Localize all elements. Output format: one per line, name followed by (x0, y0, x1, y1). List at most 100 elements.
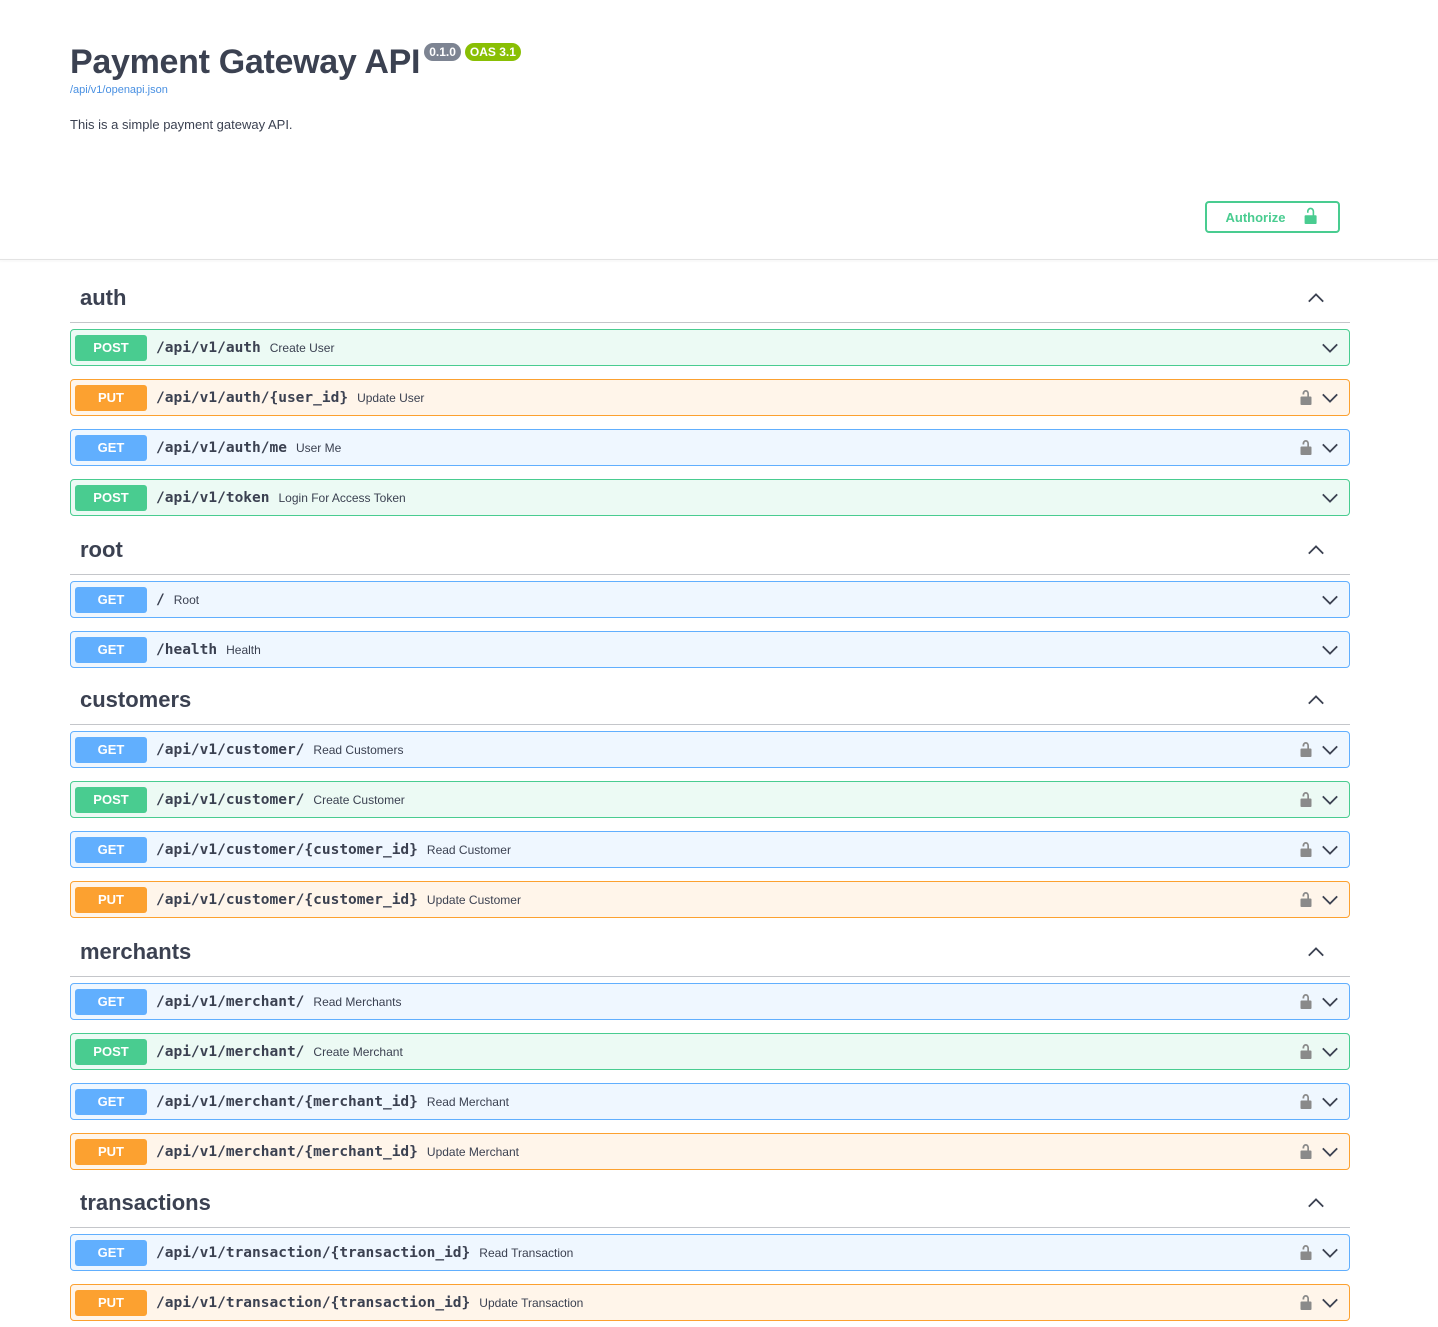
operation-path: /api/v1/customer/{customer_id} (156, 891, 418, 908)
operation-controls (1299, 832, 1339, 867)
lock-icon[interactable] (1299, 1244, 1313, 1261)
chevron-down-icon[interactable] (1321, 439, 1339, 457)
operation-row[interactable]: GET/health Health (70, 631, 1350, 668)
operation-row[interactable]: GET / Root (70, 581, 1350, 618)
method-badge: PUT (75, 384, 147, 411)
operation-controls (1321, 632, 1339, 667)
lock-icon[interactable] (1299, 993, 1313, 1010)
operation-row[interactable]: POST/api/v1/merchant/Create Merchant (70, 1033, 1350, 1070)
chevron-down-icon[interactable] (1321, 1294, 1339, 1312)
method-badge: POST (75, 484, 147, 511)
operation-row[interactable]: PUT/api/v1/merchant/{merchant_id} Update … (70, 1133, 1350, 1170)
lock-icon[interactable] (1299, 1093, 1313, 1110)
operation-path: /api/v1/merchant/ (156, 1043, 305, 1060)
chevron-down-icon[interactable] (1321, 641, 1339, 659)
operation-row[interactable]: PUT/api/v1/customer/{customer_id} Update … (70, 881, 1350, 918)
chevron-down-icon[interactable] (1321, 891, 1339, 909)
tag-section-auth: auth POST/api/v1/auth Create User PUT/api/v… (70, 273, 1350, 516)
chevron-down-icon[interactable] (1321, 791, 1339, 809)
operation-path: /api/v1/auth (156, 339, 261, 356)
operation-controls (1321, 480, 1339, 515)
tag-section-merchants: merchants GET/api/v1/merchant/Read Mercha… (70, 927, 1350, 1170)
tag-header-customers[interactable]: customers (70, 675, 1350, 725)
lock-icon[interactable] (1299, 841, 1313, 858)
openapi-spec-link[interactable]: /api/v1/openapi.json (70, 84, 1350, 97)
tag-header-auth[interactable]: auth (70, 273, 1350, 323)
method-badge: POST (75, 786, 147, 813)
operation-controls (1299, 1285, 1339, 1320)
chevron-down-icon[interactable] (1321, 389, 1339, 407)
chevron-up-icon[interactable] (1306, 690, 1326, 710)
operation-row[interactable]: POST/api/v1/auth Create User (70, 329, 1350, 366)
operation-summary: Read Merchant (426, 1094, 509, 1109)
operation-path: /api/v1/transaction/{transaction_id} (156, 1244, 471, 1261)
operation-row[interactable]: POST/api/v1/token Login For Access Token (70, 479, 1350, 516)
tag-name: auth (80, 284, 127, 310)
lock-icon[interactable] (1299, 1294, 1313, 1311)
page-title: Payment Gateway API (70, 43, 421, 81)
tag-section-transactions: transactions GET/api/v1/transaction/{tran… (70, 1178, 1350, 1321)
operation-summary: Read Transaction (479, 1245, 574, 1260)
method-badge: GET (75, 736, 147, 763)
chevron-down-icon[interactable] (1321, 741, 1339, 759)
chevron-down-icon[interactable] (1321, 591, 1339, 609)
tag-header-root[interactable]: root (70, 525, 1350, 575)
chevron-down-icon[interactable] (1321, 1043, 1339, 1061)
authorize-wrapper: Authorize (1205, 201, 1340, 233)
operation-path: / (156, 591, 165, 608)
tag-name: merchants (80, 938, 192, 964)
chevron-down-icon[interactable] (1321, 489, 1339, 507)
operation-row[interactable]: POST/api/v1/customer/Create Customer (70, 781, 1350, 818)
chevron-down-icon[interactable] (1321, 1143, 1339, 1161)
lock-icon[interactable] (1299, 1043, 1313, 1060)
chevron-up-icon[interactable] (1306, 540, 1326, 560)
lock-icon[interactable] (1299, 791, 1313, 808)
operation-path: /health (156, 641, 218, 658)
operation-row[interactable]: PUT/api/v1/transaction/{transaction_id} U… (70, 1284, 1350, 1321)
operation-summary: Update Merchant (426, 1144, 519, 1159)
method-badge: GET (75, 836, 147, 863)
chevron-down-icon[interactable] (1321, 1093, 1339, 1111)
chevron-up-icon[interactable] (1306, 1193, 1326, 1213)
tag-name: root (80, 536, 123, 562)
operation-controls (1299, 1084, 1339, 1119)
operation-row[interactable]: GET/api/v1/auth/me User Me (70, 429, 1350, 466)
tag-header-merchants[interactable]: merchants (70, 927, 1350, 977)
operation-path: /api/v1/auth/{user_id} (156, 389, 349, 406)
api-description: This is a simple payment gateway API. (70, 117, 293, 132)
method-badge: GET (75, 434, 147, 461)
method-badge: GET (75, 1239, 147, 1266)
operation-row[interactable]: PUT/api/v1/auth/{user_id} Update User (70, 379, 1350, 416)
operation-row[interactable]: GET/api/v1/customer/Read Customers (70, 731, 1350, 768)
operation-summary: Create Merchant (313, 1044, 403, 1059)
operation-path: /api/v1/customer/{customer_id} (156, 841, 418, 858)
method-badge: PUT (75, 886, 147, 913)
operation-row[interactable]: GET/api/v1/transaction/{transaction_id} R… (70, 1234, 1350, 1271)
authorize-label: Authorize (1225, 209, 1286, 225)
chevron-down-icon[interactable] (1321, 1244, 1339, 1262)
lock-icon[interactable] (1299, 1143, 1313, 1160)
tag-header-transactions[interactable]: transactions (70, 1178, 1350, 1228)
operation-path: /api/v1/merchant/{merchant_id} (156, 1093, 418, 1110)
operation-path: /api/v1/merchant/{merchant_id} (156, 1143, 418, 1160)
chevron-down-icon[interactable] (1321, 339, 1339, 357)
operation-controls (1299, 782, 1339, 817)
chevron-down-icon[interactable] (1321, 841, 1339, 859)
operation-row[interactable]: GET/api/v1/customer/{customer_id} Read Cu… (70, 831, 1350, 868)
operation-path: /api/v1/token (156, 489, 270, 506)
operation-row[interactable]: GET/api/v1/merchant/Read Merchants (70, 983, 1350, 1020)
operation-controls (1299, 732, 1339, 767)
operation-controls (1299, 1034, 1339, 1069)
lock-icon[interactable] (1299, 891, 1313, 908)
operation-summary: Login For Access Token (278, 490, 406, 505)
chevron-up-icon[interactable] (1306, 288, 1326, 308)
oas-badge: OAS 3.1 (464, 43, 521, 61)
authorize-button[interactable]: Authorize (1205, 201, 1340, 233)
operation-row[interactable]: GET/api/v1/merchant/{merchant_id} Read Me… (70, 1083, 1350, 1120)
chevron-down-icon[interactable] (1321, 993, 1339, 1011)
method-badge: GET (75, 586, 147, 613)
lock-icon[interactable] (1299, 439, 1313, 456)
lock-icon[interactable] (1299, 389, 1313, 406)
chevron-up-icon[interactable] (1306, 942, 1326, 962)
lock-icon[interactable] (1299, 741, 1313, 758)
